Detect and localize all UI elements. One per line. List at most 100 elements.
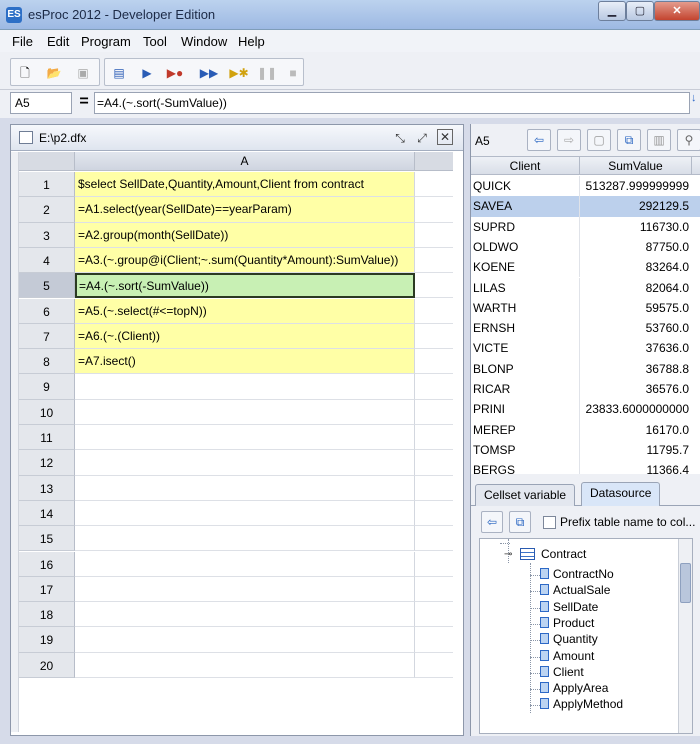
- cell-b4[interactable]: [415, 248, 453, 274]
- cell-a16[interactable]: [75, 551, 415, 577]
- tree-field[interactable]: ApplyMethod: [540, 697, 623, 711]
- tree-field[interactable]: ApplyArea: [540, 681, 608, 695]
- cell-a14[interactable]: [75, 500, 415, 527]
- run-icon[interactable]: ▶: [137, 63, 157, 83]
- menu-tool[interactable]: Tool: [143, 34, 167, 49]
- cell-a17[interactable]: [75, 576, 415, 603]
- result-row[interactable]: WARTH 59575.0: [471, 297, 700, 319]
- open-folder-icon[interactable]: 📂: [44, 63, 64, 83]
- cell-a9[interactable]: [75, 374, 415, 400]
- row-number[interactable]: 6: [19, 298, 75, 324]
- tree-scroll-thumb[interactable]: [680, 563, 691, 603]
- result-row[interactable]: QUICK 513287.999999999: [471, 176, 700, 197]
- pause-icon[interactable]: ❚❚: [257, 63, 277, 83]
- cell-a5[interactable]: =A4.(~.sort(-SumValue)): [75, 273, 415, 299]
- cell-a11[interactable]: [75, 425, 415, 451]
- cell-a18[interactable]: [75, 602, 415, 628]
- cell-b9[interactable]: [415, 374, 453, 400]
- row-number[interactable]: 14: [19, 500, 75, 527]
- tree-field[interactable]: Client: [540, 665, 584, 679]
- close-button[interactable]: ✕: [654, 1, 700, 21]
- result-row[interactable]: MEREP 16170.0: [471, 419, 700, 440]
- row-number[interactable]: 17: [19, 576, 75, 603]
- forward-arrow-icon[interactable]: ⇨: [557, 129, 581, 151]
- column-header-b[interactable]: [415, 152, 453, 171]
- cell-b2[interactable]: [415, 197, 453, 223]
- tree-table-contract[interactable]: Contract: [520, 547, 586, 561]
- cell-a15[interactable]: [75, 526, 415, 552]
- new-file-icon[interactable]: 🗋: [15, 63, 35, 83]
- cell-a8[interactable]: =A7.isect(): [75, 349, 415, 375]
- tab-datasource[interactable]: Datasource: [581, 482, 661, 506]
- row-number[interactable]: 9: [19, 374, 75, 400]
- maximize-panel-icon[interactable]: ⤢: [413, 129, 431, 147]
- result-row[interactable]: PRINI 23833.6000000000: [471, 399, 700, 420]
- restore-panel-icon[interactable]: ⤡: [391, 129, 409, 147]
- menu-edit[interactable]: Edit: [47, 34, 69, 49]
- copy-icon[interactable]: ⧉: [617, 129, 641, 151]
- row-number[interactable]: 7: [19, 323, 75, 350]
- tab-cellset-variable[interactable]: Cellset variable: [475, 484, 576, 506]
- row-number[interactable]: 13: [19, 475, 75, 501]
- maximize-button[interactable]: ▢: [626, 1, 654, 21]
- expand-arrow-icon[interactable]: ↓: [691, 92, 700, 114]
- debug-run-icon[interactable]: ▶●: [165, 63, 185, 83]
- cell-a19[interactable]: [75, 627, 415, 653]
- row-number[interactable]: 11: [19, 425, 75, 451]
- row-number[interactable]: 12: [19, 450, 75, 476]
- row-number[interactable]: 1: [19, 172, 75, 198]
- cell-b16[interactable]: [415, 552, 453, 577]
- save-icon[interactable]: ▣: [73, 63, 93, 83]
- step-star-icon[interactable]: ▶✱: [229, 63, 249, 83]
- cell-a12[interactable]: [75, 450, 415, 476]
- result-row[interactable]: KOENE 83264.0: [471, 257, 700, 278]
- tree-field[interactable]: ActualSale: [540, 583, 610, 597]
- copy-icon[interactable]: ⧉: [509, 511, 531, 533]
- row-number[interactable]: 8: [19, 349, 75, 375]
- back-arrow-icon[interactable]: ⇦: [481, 511, 503, 533]
- menu-help[interactable]: Help: [238, 34, 265, 49]
- cell-a7[interactable]: =A6.(~.(Client)): [75, 323, 415, 350]
- result-row[interactable]: BERGS 11366.4: [471, 460, 700, 474]
- prefix-table-checkbox[interactable]: [543, 516, 556, 529]
- result-row[interactable]: TOMSP 11795.7: [471, 439, 700, 461]
- stop-icon[interactable]: ■: [283, 63, 303, 83]
- cell-a20[interactable]: [75, 652, 415, 678]
- row-number[interactable]: 18: [19, 602, 75, 628]
- back-arrow-icon[interactable]: ⇦: [527, 129, 551, 151]
- row-number[interactable]: 3: [19, 222, 75, 248]
- cell-a6[interactable]: =A5.(~.select(#<=topN)): [75, 298, 415, 324]
- chart-icon[interactable]: ▥: [647, 129, 671, 151]
- tree-field[interactable]: Product: [540, 616, 594, 630]
- cell-b17[interactable]: [415, 577, 453, 603]
- row-number[interactable]: 19: [19, 627, 75, 653]
- cell-b6[interactable]: [415, 299, 453, 324]
- cell-b13[interactable]: [415, 476, 453, 501]
- row-number[interactable]: 5: [19, 273, 75, 299]
- copy-data-icon[interactable]: ▢: [587, 129, 611, 151]
- cell-b19[interactable]: [415, 627, 453, 653]
- cell-name-field[interactable]: A5: [10, 92, 72, 114]
- row-number[interactable]: 4: [19, 247, 75, 274]
- result-row[interactable]: ERNSH 53760.0: [471, 318, 700, 339]
- client-column-header[interactable]: Client: [471, 157, 580, 175]
- tree-field[interactable]: Amount: [540, 649, 594, 663]
- result-row[interactable]: RICAR 36576.0: [471, 379, 700, 400]
- cell-b1[interactable]: [415, 172, 453, 198]
- cell-a2[interactable]: =A1.select(year(SellDate)==yearParam): [75, 197, 415, 223]
- column-header-a[interactable]: A: [75, 152, 415, 171]
- tree-expand-icon[interactable]: ⊸: [504, 549, 512, 560]
- cell-a1[interactable]: $select SellDate,Quantity,Amount,Client …: [75, 172, 415, 198]
- cell-a3[interactable]: =A2.group(month(SellDate)): [75, 222, 415, 248]
- calculate-icon[interactable]: ▤: [109, 63, 129, 83]
- result-row[interactable]: LILAS 82064.0: [471, 277, 700, 298]
- result-row[interactable]: OLDWO 87750.0: [471, 236, 700, 258]
- result-row[interactable]: SUPRD 116730.0: [471, 216, 700, 237]
- cell-b8[interactable]: [415, 349, 453, 375]
- cell-b3[interactable]: [415, 223, 453, 248]
- cell-b15[interactable]: [415, 526, 453, 552]
- menu-window[interactable]: Window: [181, 34, 227, 49]
- cell-b7[interactable]: [415, 324, 453, 350]
- sumvalue-column-header[interactable]: SumValue: [580, 157, 692, 175]
- menu-program[interactable]: Program: [81, 34, 131, 49]
